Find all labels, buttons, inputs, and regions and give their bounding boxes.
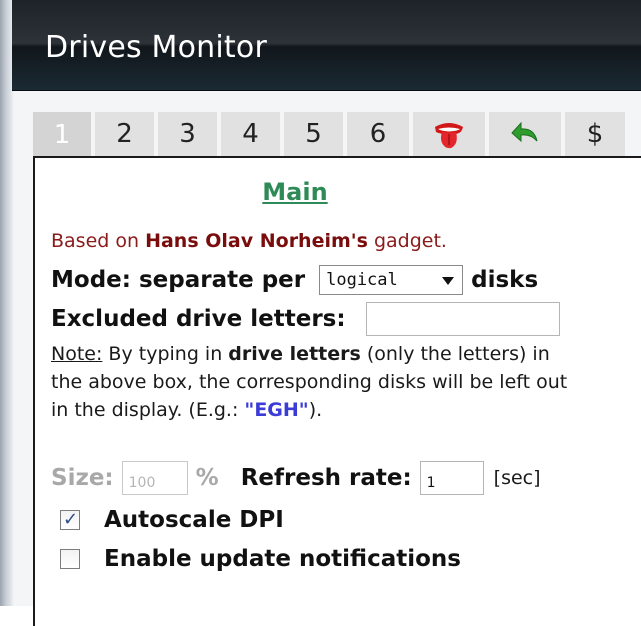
tab-undo[interactable]: [489, 112, 561, 156]
size-unit: %: [195, 465, 219, 491]
excluded-label: Excluded drive letters:: [51, 306, 346, 332]
size-input[interactable]: 100: [121, 461, 188, 495]
window-title: Drives Monitor: [45, 30, 267, 65]
notifications-row: Enable update notifications: [60, 544, 461, 574]
credit-author: Hans Olav Norheim's: [145, 230, 368, 252]
tab-2[interactable]: 2: [95, 112, 154, 156]
tab-4-label: 4: [242, 119, 259, 149]
tab-3[interactable]: 3: [158, 112, 217, 156]
tab-5[interactable]: 5: [284, 112, 343, 156]
credit-text: Based on Hans Olav Norheim's gadget.: [51, 230, 447, 252]
tab-4[interactable]: 4: [221, 112, 280, 156]
autoscale-label[interactable]: Autoscale DPI: [104, 507, 284, 533]
autoscale-row: ✓ Autoscale DPI: [60, 505, 284, 535]
size-refresh-row: Size: 100 % Refresh rate: 1 [sec]: [51, 460, 541, 496]
note-bold: drive letters: [228, 343, 361, 365]
tab-3-label: 3: [179, 119, 196, 149]
mode-suffix-label: disks: [471, 267, 539, 293]
notifications-label[interactable]: Enable update notifications: [104, 546, 461, 572]
undo-arrow-icon: [511, 121, 538, 143]
tab-donate-label: $: [586, 119, 604, 149]
note-text-1: By typing in: [102, 343, 229, 365]
notifications-checkbox[interactable]: [60, 549, 80, 569]
note-text: Note: By typing in drive letters (only t…: [51, 340, 581, 424]
excluded-drive-letters-input[interactable]: [365, 302, 560, 336]
tab-2-label: 2: [116, 119, 133, 149]
tab-6[interactable]: 6: [347, 112, 409, 156]
size-label: Size:: [51, 465, 114, 491]
credit-prefix: Based on: [51, 230, 146, 252]
note-label: Note:: [51, 343, 103, 365]
tab-tongue[interactable]: [413, 112, 485, 156]
tab-5-label: 5: [305, 119, 322, 149]
mode-label: Mode: separate per: [51, 267, 306, 293]
tab-strip: 1 2 3 4 5 6 $: [33, 112, 625, 158]
dropdown-arrow-icon: [442, 277, 455, 285]
excluded-row: Excluded drive letters:: [51, 301, 560, 337]
checkmark-icon: ✓: [63, 509, 79, 530]
credit-suffix: gadget.: [367, 230, 447, 252]
refresh-rate-input[interactable]: 1: [419, 461, 484, 495]
tab-donate[interactable]: $: [565, 112, 625, 156]
tab-6-label: 6: [369, 119, 387, 149]
mode-select[interactable]: logical: [319, 265, 464, 295]
section-heading-main[interactable]: Main: [0, 178, 590, 206]
mode-select-value: logical: [326, 270, 398, 290]
refresh-rate-label: Refresh rate:: [240, 465, 412, 491]
tab-1-label: 1: [53, 120, 71, 150]
autoscale-checkbox[interactable]: ✓: [60, 510, 80, 530]
title-bar[interactable]: Drives Monitor: [12, 0, 641, 91]
note-example: "EGH": [244, 399, 309, 421]
mode-row: Mode: separate per logical disks: [51, 263, 538, 297]
tab-1[interactable]: 1: [33, 112, 91, 158]
refresh-rate-unit: [sec]: [493, 467, 541, 489]
tongue-logo-icon: [435, 123, 463, 149]
note-text-3: ).: [308, 399, 323, 421]
